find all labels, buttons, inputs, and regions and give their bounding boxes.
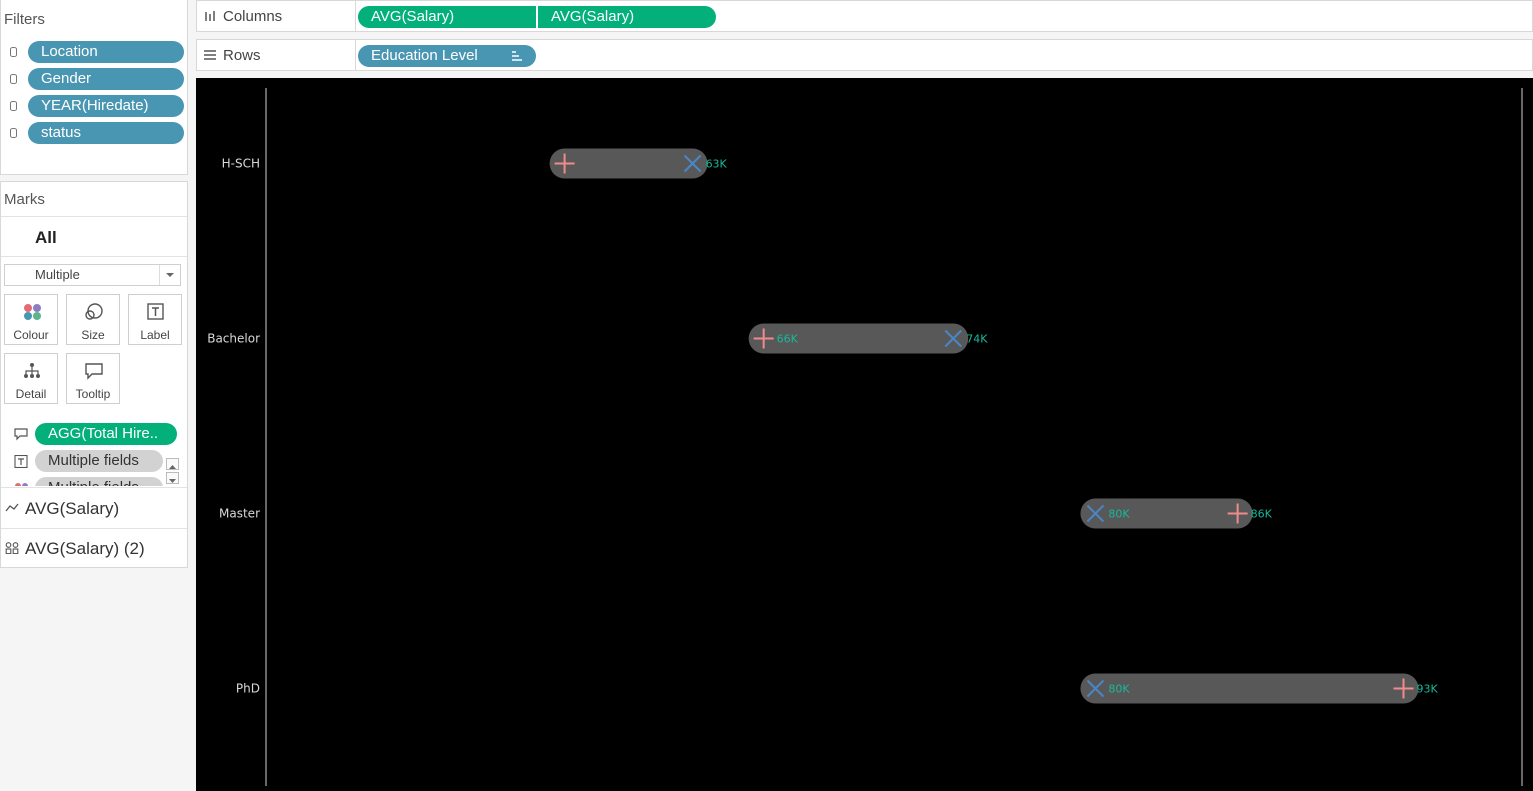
dropdown-divider [159,265,160,285]
detail-icon [24,363,40,378]
tooltip-icon [85,363,103,380]
value-label: 66K [777,333,799,346]
marks-shelf-item-colour[interactable]: Multiple fields [1,477,187,486]
value-label: 93K [1417,683,1439,696]
filter-pill-location[interactable]: Location [28,41,184,63]
scroll-up-button[interactable] [166,458,179,470]
filter-row-year-hiredate[interactable]: YEAR(Hiredate) [1,95,189,119]
value-label: 63K [706,158,728,171]
marks-shelf-list: AGG(Total Hire.. Multiple fields Multipl… [1,420,187,486]
columns-shelf[interactable]: Columns AVG(Salary) AVG(Salary) [196,0,1533,32]
divider [355,1,356,31]
category-label: H-SCH [222,157,260,171]
marks-shelf-item-tooltip[interactable]: AGG(Total Hire.. [1,423,187,447]
marks-all-tab[interactable]: All [35,228,57,248]
marks-pill-multiple-fields-2[interactable]: Multiple fields [35,477,163,486]
measure-label: AVG(Salary) [25,499,120,518]
mark-type-value: Multiple [35,267,80,282]
chevron-down-icon [166,273,174,277]
database-icon [10,101,17,111]
scroll-down-button[interactable] [166,472,179,484]
text-label-icon [14,455,28,468]
chart-area[interactable]: H-SCH 63K Bachelor 66K 74K Master 86K 80K PhD 93K… [196,78,1533,791]
size-icon [85,303,103,320]
marks-title: Marks [4,191,45,208]
filter-pill-gender[interactable]: Gender [28,68,184,90]
filters-title: Filters [4,11,45,28]
filter-row-location[interactable]: Location [1,41,189,65]
divider [1,216,187,217]
rows-shelf-label: Rows [223,47,261,64]
columns-icon [205,11,215,21]
value-label: 86K [1251,508,1273,521]
value-label: 80K [1108,508,1130,521]
detail-label: Detail [15,387,47,401]
sort-icon [512,51,522,61]
chevron-down-icon [169,479,176,483]
divider [1,256,187,257]
mark-type-dropdown[interactable]: Multiple [4,264,181,286]
divider [355,40,356,70]
tooltip-icon [14,428,28,441]
filter-pill-status[interactable]: status [28,122,184,144]
filter-row-gender[interactable]: Gender [1,68,189,92]
filter-row-status[interactable]: status [1,122,189,146]
marks-measure-avg-salary-2[interactable]: AVG(Salary) (2) [1,528,187,568]
size-label: Size [81,328,105,342]
marks-measure-avg-salary[interactable]: AVG(Salary) [1,488,187,528]
shape-mark-icon [5,542,19,554]
rows-shelf[interactable]: Rows Education Level [196,39,1533,71]
rows-icon [204,50,216,60]
colour-label: Colour [13,328,49,342]
filter-pill-year-hiredate[interactable]: YEAR(Hiredate) [28,95,184,117]
columns-shelf-label: Columns [223,8,283,25]
chevron-up-icon [169,465,176,469]
category-label: Bachelor [207,332,260,346]
value-label: 80K [1108,683,1130,696]
label-label: Label [140,328,170,342]
rows-pill-education-level[interactable]: Education Level [358,45,536,67]
colour-icon [15,483,28,486]
tooltip-label: Tooltip [75,387,111,401]
colour-button[interactable]: Colour [4,294,58,345]
dumbbell-chart: H-SCH 63K Bachelor 66K 74K Master 86K 80K PhD 93K… [207,88,1523,786]
marks-pill-multiple-fields[interactable]: Multiple fields [35,450,163,472]
columns-pill-avg-salary-1[interactable]: AVG(Salary) [358,6,536,28]
colour-icon [24,304,41,320]
marks-shelf-item-label[interactable]: Multiple fields [1,450,187,474]
filters-card: Filters Location Gender YEAR(Hiredate) s… [0,0,188,175]
category-label: Master [219,507,260,521]
line-mark-icon [5,503,19,512]
database-icon [10,128,17,138]
marks-pill-total-hire[interactable]: AGG(Total Hire.. [35,423,177,445]
rows-pill-label: Education Level [371,47,478,64]
detail-button[interactable]: Detail [4,353,58,404]
tooltip-button[interactable]: Tooltip [66,353,120,404]
text-label-icon [147,303,164,320]
measure-label: AVG(Salary) (2) [25,539,145,558]
label-button[interactable]: Label [128,294,182,345]
columns-pill-avg-salary-2[interactable]: AVG(Salary) [538,6,716,28]
category-label: PhD [236,682,260,696]
value-label: 74K [966,333,988,346]
database-icon [10,47,17,57]
size-button[interactable]: Size [66,294,120,345]
database-icon [10,74,17,84]
marks-card: Marks All Multiple Colour Size Label Det… [0,181,188,568]
